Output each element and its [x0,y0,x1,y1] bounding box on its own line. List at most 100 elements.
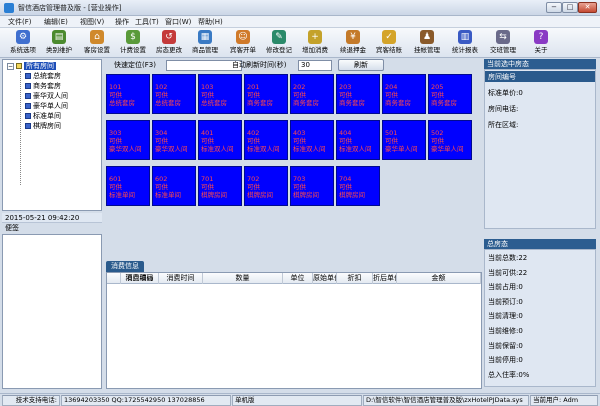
room-tile[interactable]: 203 可供 商务套房 [336,74,380,114]
quick-locate-input[interactable] [166,60,242,71]
room-number: 103 [201,83,214,91]
collapse-icon[interactable]: − [7,63,14,70]
toolbar-button-label: 房态更改 [156,46,182,54]
room-tile[interactable]: 704 可供 棋牌房间 [336,166,380,206]
room-tile[interactable]: 402 可供 标准双人间 [244,120,288,160]
tree-item-label: 商务套房 [33,82,61,90]
room-type-icon [25,73,31,79]
toolbar-button-shift[interactable]: ⇆ 交班管理 [484,29,522,57]
tree-root[interactable]: − 所有房间 [7,62,56,71]
room-tile[interactable]: 101 可供 总统套房 [106,74,150,114]
consume-table-header: 项目编码消费项目消费时间数量单位原始单价折扣折后单价金额 [107,273,481,284]
tree-item-standard-single[interactable]: 标准单间 [25,112,61,121]
room-type-icon [25,113,31,119]
tree-item-chess-room[interactable]: 棋牌房间 [25,122,61,131]
menu-window[interactable]: 窗口(W) [165,17,191,27]
tab-consume-info[interactable]: 消费信息 [106,261,144,272]
tree-item-deluxe-single[interactable]: 豪华单人间 [25,102,68,111]
room-type: 棋牌房间 [201,191,227,199]
room-type: 棋牌房间 [293,191,319,199]
maximize-button[interactable]: □ [562,2,578,13]
menu-help[interactable]: 帮助(H) [198,17,223,27]
edition-mode: 单机版 [232,395,362,406]
column-header[interactable]: 原始单价 [313,273,337,284]
room-tile[interactable]: 401 可供 标准双人间 [198,120,242,160]
menu-view[interactable]: 视图(V) [80,17,104,27]
column-header[interactable]: 单位 [283,273,313,284]
room-tile[interactable]: 502 可供 豪华单人间 [428,120,472,160]
room-status: 可供 [247,137,260,145]
room-type: 商务套房 [339,99,365,107]
room-tile[interactable]: 303 可供 豪华双人间 [106,120,150,160]
settings-icon: ⚙ [16,30,30,44]
tree-item-business[interactable]: 商务套房 [25,82,61,91]
room-tile[interactable]: 602 可供 标准单间 [152,166,196,206]
toolbar-button-goods[interactable]: ▦ 商品管理 [186,29,224,57]
tree-item-deluxe-double[interactable]: 豪华双人间 [25,92,68,101]
auto-refresh-input[interactable]: 30 [298,60,332,71]
room-number: 101 [109,83,122,91]
toolbar-button-report[interactable]: ▥ 统计报表 [446,29,484,57]
toolbar-button-room-setup[interactable]: ⌂ 客房设置 [78,29,116,57]
room-status: 可供 [339,137,352,145]
current-datetime: 2015-05-21 09:42:20 [2,213,102,223]
room-tile[interactable]: 403 可供 标准双人间 [290,120,334,160]
menu-tools[interactable]: 工具(T) [135,17,159,27]
room-tile[interactable]: 701 可供 棋牌房间 [198,166,242,206]
menu-file[interactable]: 文件(F) [8,17,32,27]
totals-field: 当前清理:0 [488,312,523,321]
room-grid: 101 可供 总统套房 102 可供 总统套房 103 可供 总统套房 201 可供 商务套房 202 可… [106,73,482,254]
room-tile[interactable]: 202 可供 商务套房 [290,74,334,114]
toolbar-button-checkin[interactable]: ☺ 宾客开单 [224,29,262,57]
quick-locate-label: 快速定位(F3) [114,61,156,69]
shift-icon: ⇆ [496,30,510,44]
room-tile[interactable]: 103 可供 总统套房 [198,74,242,114]
menu-edit[interactable]: 编辑(E) [44,17,68,27]
room-tile[interactable]: 304 可供 豪华双人间 [152,120,196,160]
memo-textarea[interactable] [2,234,102,389]
refresh-button[interactable]: 刷新 [338,59,384,71]
column-header[interactable]: 折后单价 [373,273,397,284]
room-tile[interactable]: 201 可供 商务套房 [244,74,288,114]
edit-register-icon: ✎ [272,30,286,44]
toolbar-button-settings[interactable]: ⚙ 系统选项 [4,29,42,57]
room-tile[interactable]: 205 可供 商务套房 [428,74,472,114]
left-panel: − 所有房间 总统套房 商务套房 豪华双人间 豪华单人间 标准单间 棋牌房间 20… [2,59,102,389]
column-header[interactable]: 消费项目 [121,273,159,284]
room-tile[interactable]: 703 可供 棋牌房间 [290,166,334,206]
menu-operate[interactable]: 操作 [115,17,129,27]
room-tile[interactable]: 404 可供 标准双人间 [336,120,380,160]
toolbar-button-edit-register[interactable]: ✎ 修改登记 [260,29,298,57]
minimize-button[interactable]: − [546,2,562,13]
close-button[interactable]: ✕ [578,2,597,13]
goods-icon: ▦ [198,30,212,44]
toolbar-button-billing[interactable]: $ 计费设置 [114,29,152,57]
room-type: 标准双人间 [293,145,326,153]
tree-item-presidential[interactable]: 总统套房 [25,72,61,81]
totals-field: 当前停用:0 [488,356,523,365]
tree-root-label: 所有房间 [24,62,56,70]
report-icon: ▥ [458,30,472,44]
room-number: 501 [385,129,398,137]
room-tile[interactable]: 102 可供 总统套房 [152,74,196,114]
toolbar-button-credit[interactable]: ♟ 挂帐管理 [408,29,446,57]
current-room-title: 当前选中房态 [484,59,596,69]
toolbar-button-deposit[interactable]: ¥ 续退押金 [334,29,372,57]
toolbar-button-category[interactable]: ▤ 类别维护 [40,29,78,57]
room-tile[interactable]: 501 可供 豪华单人间 [382,120,426,160]
room-tile[interactable]: 601 可供 标准单间 [106,166,150,206]
toolbar-button-about[interactable]: ? 关于 [522,29,560,57]
room-tile[interactable]: 204 可供 商务套房 [382,74,426,114]
toolbar-button-add-consume[interactable]: + 增加消费 [296,29,334,57]
column-header[interactable]: 金额 [397,273,481,284]
toolbar-button-checkout[interactable]: ✓ 宾客结账 [370,29,408,57]
column-header[interactable]: 折扣 [337,273,373,284]
column-header[interactable]: 消费时间 [159,273,203,284]
room-number: 304 [155,129,168,137]
toolbar-button-room-status[interactable]: ↺ 房态更改 [150,29,188,57]
app-icon [4,3,14,13]
tree-item-label: 豪华单人间 [33,102,68,110]
column-header[interactable]: 数量 [203,273,283,284]
room-type: 标准双人间 [339,145,372,153]
room-tile[interactable]: 702 可供 棋牌房间 [244,166,288,206]
